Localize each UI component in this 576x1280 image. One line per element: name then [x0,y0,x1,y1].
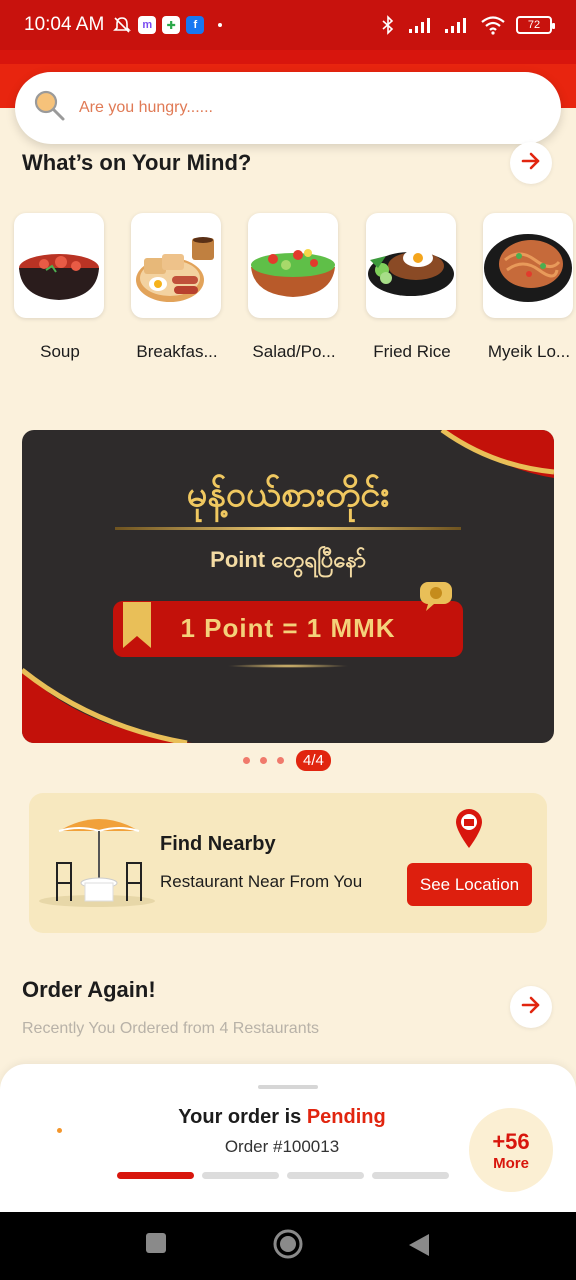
restaurant-table-icon [35,815,155,916]
category-item-fried-rice[interactable]: Fried Rice [366,213,458,362]
banner-glow [227,664,349,668]
search-icon [33,89,67,128]
category-label: Myeik Lo... [487,342,571,361]
carousel-indicator: 4/4 [243,750,331,771]
order-status-sheet[interactable]: Your order is Pending Order #100013 +56 … [0,1064,576,1212]
myeik-lo-image [483,213,573,318]
category-item-salad[interactable]: Salad/Po... [248,213,340,362]
order-progress [117,1172,449,1179]
category-label: Salad/Po... [252,342,336,361]
find-nearby-card: Find Nearby Restaurant Near From You See… [29,793,547,933]
battery-icon: 72 [516,16,555,34]
coin-chat-icon [418,580,454,617]
more-orders-count: +56 [492,1128,530,1154]
category-item-myeik-lo[interactable]: Myeik Lo... [483,213,575,362]
system-nav-bar [0,1212,576,1280]
find-nearby-title: Find Nearby [160,833,276,855]
category-item-soup[interactable]: Soup [14,213,106,362]
banner-points-text: 1 Point = 1 MMK [180,613,396,643]
status-system-icons: 72 [378,15,555,35]
signal-icon [444,15,470,35]
progress-step [372,1172,449,1179]
banner-subtitle: Point တွေရပြီနော် [210,547,366,572]
progress-step [117,1172,194,1179]
signal-icon [408,15,434,35]
messenger-icon: m [138,16,157,34]
battery-level: 72 [527,19,541,31]
location-pin-icon [454,807,484,854]
progress-step [202,1172,279,1179]
bluetooth-icon [378,15,398,35]
search-bar[interactable] [15,72,561,144]
banner-divider [115,527,461,530]
banner-title: မုန့်ဝယ်စားတိုင်း [186,473,390,514]
categories-see-all-button[interactable] [510,142,552,184]
categories-title: What’s on Your Mind? [22,150,252,175]
dot-icon [210,15,230,35]
order-status-value: Pending [306,1106,386,1128]
status-time: 10:04 AM [24,14,105,35]
breakfast-image [131,213,221,318]
search-input[interactable] [79,99,499,117]
category-list: Soup Breakfas... Salad/Po... Fried Rice … [0,213,576,363]
order-again-title: Order Again! [22,977,156,1002]
status-bar: 10:04 AM m ✚ f 72 [0,0,576,50]
soup-image [14,213,104,318]
photos-icon: ✚ [162,16,181,34]
fried-rice-image [366,213,456,318]
more-orders-button[interactable]: +56 More [469,1108,553,1192]
home-icon[interactable] [272,1228,304,1260]
progress-step [287,1172,364,1179]
category-label: Soup [40,342,80,361]
order-again-subtitle: Recently You Ordered from 4 Restaurants [22,1020,320,1037]
facebook-icon: f [186,16,205,34]
wifi-icon [480,15,506,35]
recent-apps-icon[interactable] [145,1232,167,1254]
category-label: Breakfas... [136,342,218,361]
order-status-prefix: Your order is [178,1106,307,1128]
more-orders-label: More [493,1154,529,1172]
promo-banner[interactable]: မုန့်ဝယ်စားတိုင်း Point တွေရပြီနော် 1 Po… [22,430,554,743]
find-nearby-subtitle: Restaurant Near From You [160,872,363,891]
arrow-right-icon [520,994,542,1021]
back-icon[interactable] [407,1232,431,1258]
carousel-dot[interactable] [277,757,284,764]
salad-image [248,213,338,318]
carousel-page-badge: 4/4 [296,750,331,771]
carousel-dot[interactable] [243,757,250,764]
carousel-dot[interactable] [260,757,267,764]
order-again-see-all-button[interactable] [510,986,552,1028]
sheet-drag-handle[interactable] [258,1085,318,1089]
category-label: Fried Rice [373,342,451,361]
arrow-right-icon [520,150,542,177]
status-notification-icons: m ✚ f [112,15,230,35]
notifications-muted-icon [112,15,132,35]
see-location-button[interactable]: See Location [407,863,532,906]
category-item-breakfast[interactable]: Breakfas... [131,213,223,362]
